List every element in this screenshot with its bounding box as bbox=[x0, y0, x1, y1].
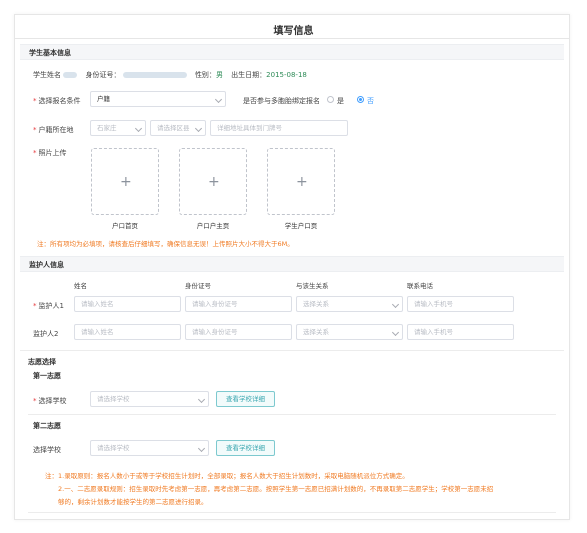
upload-box-1[interactable]: + bbox=[91, 148, 159, 215]
student-id-value bbox=[122, 72, 187, 78]
birth-label: 出生日期： bbox=[231, 71, 267, 79]
volunteer-section-title: 志愿选择 bbox=[28, 358, 56, 366]
chevron-down-icon bbox=[214, 95, 223, 104]
first-school-label: * 选择学校 bbox=[33, 397, 67, 405]
huji-label: * 户籍所在地 bbox=[33, 126, 74, 134]
photo-label: * 照片上传 bbox=[33, 149, 67, 157]
second-school-select[interactable]: 请选择学校 bbox=[90, 440, 209, 456]
radio-no-label: 否 bbox=[367, 97, 374, 105]
gender-label: 性别： bbox=[194, 71, 216, 79]
chevron-down-icon bbox=[391, 300, 400, 309]
chevron-down-icon bbox=[194, 124, 203, 133]
radio-yes-label: 是 bbox=[337, 97, 344, 105]
upload-caption-1: 户口首页 bbox=[112, 222, 138, 230]
chevron-down-icon bbox=[391, 328, 400, 337]
city-select[interactable]: 石家庄 bbox=[90, 120, 146, 136]
condition-label: * 选择报名条件 bbox=[33, 97, 81, 105]
plus-icon: + bbox=[120, 174, 132, 190]
divider bbox=[28, 512, 556, 513]
page-title: 填写信息 bbox=[273, 26, 314, 37]
guardian1-id-input[interactable]: 请输入身份证号 bbox=[185, 296, 292, 312]
volunteer-note-2: 2.一、二志愿录取规则：招生录取时先考虑第一志愿，再考虑第二志愿。按照学生第一志… bbox=[58, 485, 494, 493]
guardian2-phone-input[interactable]: 请输入手机号 bbox=[407, 324, 514, 340]
plus-icon: + bbox=[208, 174, 220, 190]
gender-value: 男 bbox=[215, 71, 223, 79]
district-select[interactable]: 请选择区县 bbox=[150, 120, 206, 136]
student-section-title: 学生基本信息 bbox=[29, 49, 71, 57]
guardian1-label: * 监护人1 bbox=[33, 302, 64, 310]
first-detail-button[interactable]: 查看学校详细 bbox=[216, 391, 275, 407]
radio-no[interactable] bbox=[357, 96, 364, 103]
guardian1-phone-input[interactable]: 请输入手机号 bbox=[407, 296, 514, 312]
divider bbox=[28, 414, 556, 415]
guardian2-relation-select[interactable]: 选择关系 bbox=[296, 324, 403, 340]
plus-icon: + bbox=[296, 174, 308, 190]
col-name: 姓名 bbox=[74, 282, 87, 290]
chevron-down-icon bbox=[197, 444, 206, 453]
guardian1-name-input[interactable]: 请输入姓名 bbox=[74, 296, 181, 312]
address-input[interactable]: 详细地址具体到门牌号 bbox=[210, 120, 348, 136]
upload-caption-2: 户口户主页 bbox=[196, 222, 230, 230]
multi-birth-label: 是否参与多胞胎绑定报名 bbox=[243, 97, 320, 105]
guardian-section-title: 监护人信息 bbox=[29, 261, 64, 269]
guardian2-label: 监护人2 bbox=[33, 330, 59, 338]
volunteer-note-3: 够的，剩余计划数才能按学生的第二志愿进行招录。 bbox=[58, 498, 208, 506]
title-divider bbox=[14, 38, 570, 39]
student-info-line: 学生姓名 身份证号： 性别：男 出生日期：2015-08-18 bbox=[33, 70, 307, 80]
upload-box-2[interactable]: + bbox=[179, 148, 247, 215]
col-relation: 与该生关系 bbox=[296, 282, 329, 290]
second-choice-title: 第二志愿 bbox=[33, 422, 61, 430]
guardian1-relation-select[interactable]: 选择关系 bbox=[296, 296, 403, 312]
student-section-header: 学生基本信息 bbox=[20, 44, 564, 60]
second-school-label: 选择学校 bbox=[33, 446, 61, 454]
chevron-down-icon bbox=[197, 395, 206, 404]
guardian-section-header: 监护人信息 bbox=[20, 256, 564, 272]
student-name-label: 学生姓名 bbox=[33, 71, 61, 79]
upload-caption-3: 学生户口页 bbox=[284, 222, 318, 230]
radio-yes[interactable] bbox=[327, 96, 334, 103]
student-note: 注：所有项均为必填项，请核查后仔细填写，确保信息无误！上传照片大小不得大于6M。 bbox=[37, 240, 294, 248]
guardian2-id-input[interactable]: 请输入身份证号 bbox=[185, 324, 292, 340]
guardian2-name-input[interactable]: 请输入姓名 bbox=[74, 324, 181, 340]
col-phone: 联系电话 bbox=[407, 282, 433, 290]
condition-select[interactable]: 户籍 bbox=[90, 91, 226, 107]
student-name-value bbox=[63, 72, 78, 78]
volunteer-note-1: 注：1.录取原则：报名人数小于或等于学校招生计划时，全部录取；报名人数大于招生计… bbox=[45, 472, 409, 480]
first-school-select[interactable]: 请选择学校 bbox=[90, 391, 209, 407]
chevron-down-icon bbox=[134, 124, 143, 133]
divider bbox=[20, 350, 564, 351]
col-id: 身份证号 bbox=[185, 282, 211, 290]
birth-value: 2015-08-18 bbox=[266, 71, 307, 79]
student-id-label: 身份证号： bbox=[85, 71, 121, 79]
second-detail-button[interactable]: 查看学校详细 bbox=[216, 440, 275, 456]
first-choice-title: 第一志愿 bbox=[33, 372, 61, 380]
upload-box-3[interactable]: + bbox=[267, 148, 335, 215]
